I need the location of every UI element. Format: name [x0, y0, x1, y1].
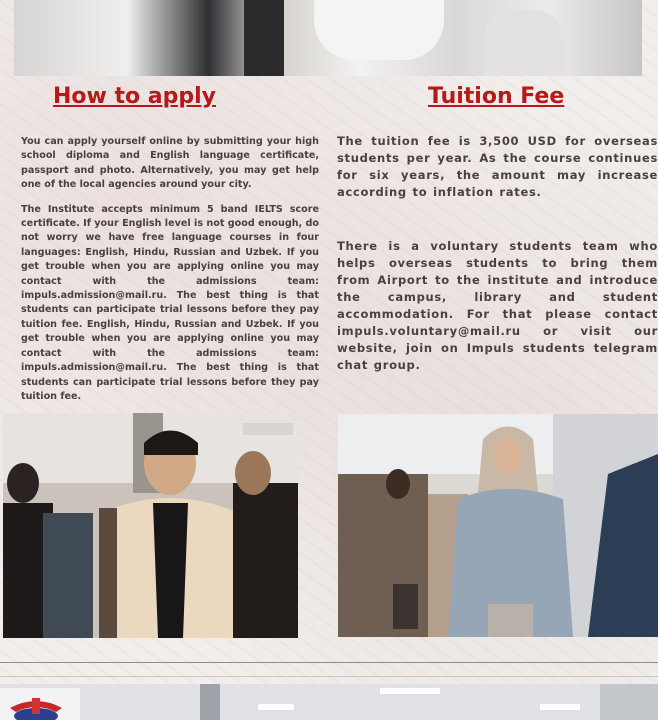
campus-interior-illustration	[0, 684, 658, 720]
student-hijab-illustration	[338, 414, 658, 637]
fee-paragraph-2: There is a voluntary students team who h…	[337, 239, 658, 372]
students-hallway-illustration	[3, 413, 298, 638]
student-hijab-photo	[338, 414, 658, 637]
how-to-apply-heading: How to apply	[53, 84, 217, 109]
section-divider-bottom	[0, 676, 658, 677]
apply-paragraph-1: You can apply yourself online by submitt…	[21, 136, 319, 191]
apply-paragraph-2: The Institute accepts minimum 5 band IEL…	[21, 203, 319, 402]
institute-logo	[0, 688, 80, 720]
students-hallway-photo	[3, 413, 298, 638]
tuition-fee-section: The tuition fee is 3,500 USD for oversea…	[337, 133, 658, 411]
tuition-fee-heading: Tuition Fee	[428, 84, 565, 109]
campus-interior-photo	[0, 684, 658, 720]
students-group-photo	[14, 0, 642, 76]
how-to-apply-section: You can apply yourself online by submitt…	[21, 135, 319, 414]
institute-logo-icon	[10, 698, 62, 720]
section-divider-top	[0, 662, 658, 663]
fee-paragraph-1: The tuition fee is 3,500 USD for oversea…	[337, 134, 658, 199]
